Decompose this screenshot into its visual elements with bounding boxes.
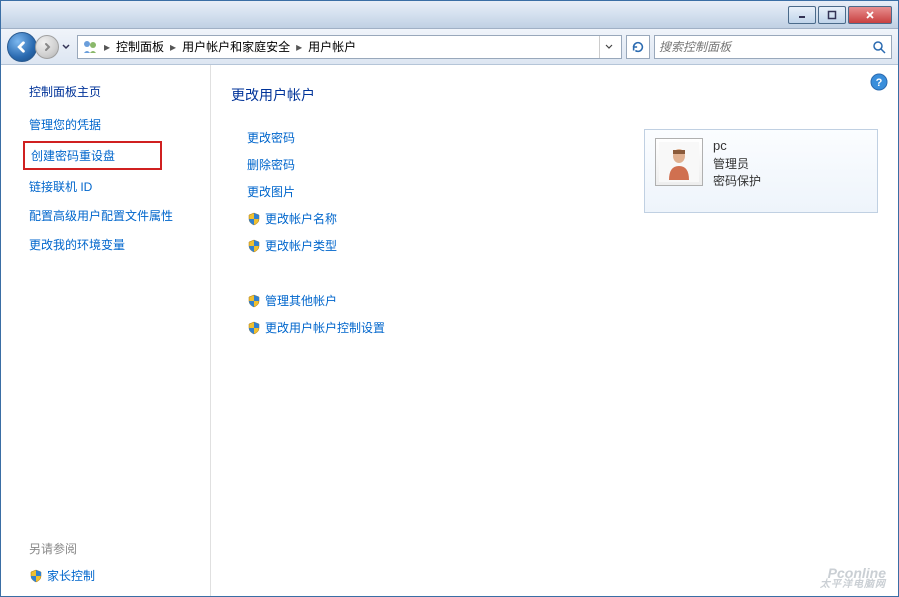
shield-icon bbox=[247, 239, 261, 253]
breadcrumb-bar[interactable]: ▸ 控制面板 ▸ 用户帐户和家庭安全 ▸ 用户帐户 bbox=[77, 35, 622, 59]
address-bar: ▸ 控制面板 ▸ 用户帐户和家庭安全 ▸ 用户帐户 bbox=[1, 29, 898, 65]
user-card[interactable]: pc 管理员 密码保护 bbox=[644, 129, 878, 213]
back-button[interactable] bbox=[7, 32, 37, 62]
user-avatar bbox=[655, 138, 703, 186]
task-label: 更改帐户类型 bbox=[265, 237, 337, 254]
chevron-right-icon: ▸ bbox=[100, 40, 114, 54]
maximize-button[interactable] bbox=[818, 6, 846, 24]
close-button[interactable] bbox=[848, 6, 892, 24]
shield-icon bbox=[247, 212, 261, 226]
breadcrumb-dropdown[interactable] bbox=[599, 36, 617, 58]
user-name: pc bbox=[713, 138, 761, 153]
history-dropdown[interactable] bbox=[59, 37, 73, 57]
minimize-button[interactable] bbox=[788, 6, 816, 24]
sidebar-link-env-vars[interactable]: 更改我的环境变量 bbox=[29, 236, 206, 253]
sidebar-link-online-id[interactable]: 链接联机 ID bbox=[29, 178, 206, 195]
see-also-label: 家长控制 bbox=[47, 567, 95, 584]
search-icon[interactable] bbox=[871, 39, 887, 55]
highlight-box: 创建密码重设盘 bbox=[23, 141, 162, 170]
task-manage-other-accounts[interactable]: 管理其他帐户 bbox=[247, 292, 385, 309]
user-info: pc 管理员 密码保护 bbox=[713, 138, 761, 189]
task-change-account-name[interactable]: 更改帐户名称 bbox=[247, 210, 385, 227]
search-box[interactable] bbox=[654, 35, 892, 59]
user-accounts-icon bbox=[82, 39, 98, 55]
shield-icon bbox=[29, 569, 43, 583]
shield-icon bbox=[247, 321, 261, 335]
task-change-account-type[interactable]: 更改帐户类型 bbox=[247, 237, 385, 254]
user-role: 管理员 bbox=[713, 155, 761, 172]
task-label: 管理其他帐户 bbox=[265, 292, 337, 309]
sidebar-link-credentials[interactable]: 管理您的凭据 bbox=[29, 116, 206, 133]
page-title: 更改用户帐户 bbox=[231, 85, 878, 105]
nav-buttons bbox=[7, 32, 73, 62]
breadcrumb-item[interactable]: 用户帐户 bbox=[306, 36, 358, 57]
shield-icon bbox=[247, 294, 261, 308]
search-input[interactable] bbox=[659, 40, 871, 54]
chevron-right-icon: ▸ bbox=[292, 40, 306, 54]
task-list: 更改密码 删除密码 更改图片 更改帐户名称 更改帐户类型 管理其他帐户 bbox=[231, 129, 385, 336]
task-change-password[interactable]: 更改密码 bbox=[247, 129, 385, 146]
sidebar: 控制面板主页 管理您的凭据 创建密码重设盘 链接联机 ID 配置高级用户配置文件… bbox=[1, 65, 211, 596]
task-label: 更改帐户名称 bbox=[265, 210, 337, 227]
control-panel-home-link[interactable]: 控制面板主页 bbox=[29, 83, 206, 100]
svg-text:?: ? bbox=[876, 77, 883, 89]
forward-button bbox=[35, 35, 59, 59]
breadcrumb-item[interactable]: 用户帐户和家庭安全 bbox=[180, 36, 292, 57]
breadcrumb-item[interactable]: 控制面板 bbox=[114, 36, 166, 57]
task-change-picture[interactable]: 更改图片 bbox=[247, 183, 385, 200]
window-titlebar bbox=[1, 1, 898, 29]
sidebar-link-advanced-profile[interactable]: 配置高级用户配置文件属性 bbox=[29, 207, 206, 224]
help-icon[interactable]: ? bbox=[870, 73, 888, 91]
sidebar-link-parental-controls[interactable]: 家长控制 bbox=[29, 567, 206, 584]
task-uac-settings[interactable]: 更改用户帐户控制设置 bbox=[247, 319, 385, 336]
chevron-right-icon: ▸ bbox=[166, 40, 180, 54]
watermark-line2: 太平洋电脑网 bbox=[820, 580, 886, 590]
watermark: Pconline 太平洋电脑网 bbox=[820, 566, 886, 590]
refresh-button[interactable] bbox=[626, 35, 650, 59]
user-password-status: 密码保护 bbox=[713, 172, 761, 189]
see-also-header: 另请参阅 bbox=[29, 540, 206, 557]
sidebar-link-password-reset-disk[interactable]: 创建密码重设盘 bbox=[31, 147, 158, 164]
task-label: 更改用户帐户控制设置 bbox=[265, 319, 385, 336]
watermark-line1: Pconline bbox=[820, 566, 886, 580]
content-area: ? 更改用户帐户 更改密码 删除密码 更改图片 更改帐户名称 更改帐户类型 bbox=[211, 65, 898, 596]
task-remove-password[interactable]: 删除密码 bbox=[247, 156, 385, 173]
